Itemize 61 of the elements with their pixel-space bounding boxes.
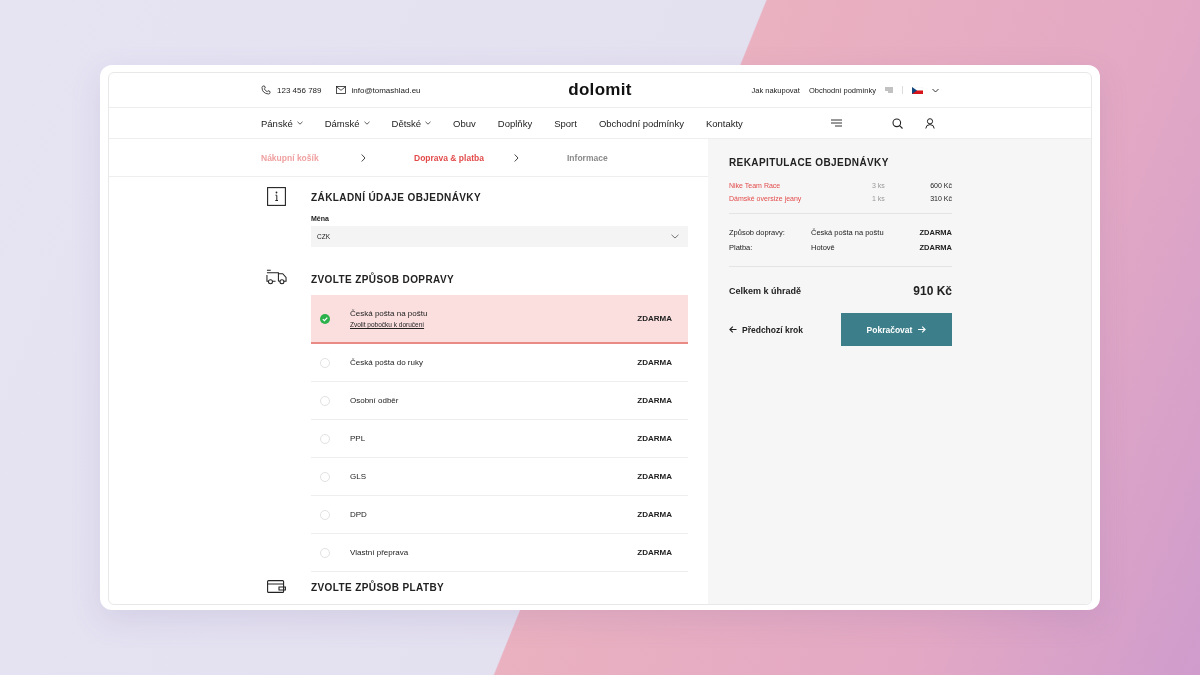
option-price: ZDARMA <box>637 548 672 557</box>
arrow-right-icon <box>918 326 927 333</box>
nav-item[interactable]: Obchodní podmínky <box>598 117 684 129</box>
nav-item[interactable]: Dětské <box>391 117 432 129</box>
option-name: GLS <box>350 472 367 481</box>
truck-icon <box>266 269 287 286</box>
search-icon[interactable] <box>892 117 903 129</box>
option-price: ZDARMA <box>637 510 672 519</box>
chevron-down-icon <box>671 234 679 239</box>
total-amount: 910 Kč <box>913 284 952 298</box>
option-name: PPL <box>350 434 367 443</box>
chevron-icon[interactable] <box>932 87 939 93</box>
nav-item[interactable]: Dámské <box>324 117 370 129</box>
phone-number[interactable]: 123 456 789 <box>277 85 322 95</box>
section-title: ZVOLTE ZPŮSOB PLATBY <box>311 582 446 593</box>
option-name: Česká pošta na poštu <box>350 309 429 318</box>
flag-icon[interactable] <box>912 86 923 94</box>
option-name: Česká pošta do ruky <box>350 358 424 367</box>
option-price: ZDARMA <box>637 314 672 323</box>
nav-item[interactable]: Pánské <box>261 117 303 129</box>
option-name: Vlastní přeprava <box>350 548 410 557</box>
continue-button[interactable]: Pokračovat <box>841 313 952 346</box>
nav-item[interactable]: Obuv <box>453 117 476 129</box>
summary-title: REKAPITULACE OBJEDNÁVKY <box>729 157 890 168</box>
caret-icon[interactable] <box>425 121 432 125</box>
option-name: DPD <box>350 510 368 519</box>
option-price: ZDARMA <box>637 396 672 405</box>
chevron-right-icon <box>514 153 519 162</box>
arrow-left-icon <box>729 326 737 333</box>
user-icon[interactable] <box>925 117 935 129</box>
shipping-option[interactable]: PPL ZDARMA <box>311 420 688 458</box>
caret-icon[interactable] <box>296 121 303 125</box>
section-title: ZÁKLADNÍ ÚDAJE OBJEDNÁVKY <box>311 192 482 203</box>
info-icon <box>266 187 287 206</box>
check-icon <box>320 313 330 324</box>
shipping-option[interactable]: Česká pošta do ruky ZDARMA <box>311 344 688 382</box>
option-price: ZDARMA <box>637 434 672 443</box>
shipping-option[interactable]: Osobní odběr ZDARMA <box>311 382 688 420</box>
shipping-option[interactable]: GLS ZDARMA <box>311 458 688 496</box>
nav-item[interactable]: Sport <box>554 117 577 129</box>
section-title: ZVOLTE ZPŮSOB DOPRAVY <box>311 274 456 285</box>
option-name: Osobní odběr <box>350 396 400 405</box>
checkout-step[interactable]: Doprava & platba <box>414 152 514 163</box>
nav-item[interactable]: Doplňky <box>497 117 533 129</box>
caret-icon[interactable] <box>363 121 370 125</box>
menu-icon[interactable] <box>885 87 893 93</box>
back-link[interactable]: Předchozí krok <box>729 324 803 335</box>
total-label: Celkem k úhradě <box>729 286 802 296</box>
wallet-icon <box>266 580 287 593</box>
email-link[interactable]: info@tomashlad.eu <box>351 85 421 95</box>
shipping-option[interactable]: DPD ZDARMA <box>311 496 688 534</box>
logo[interactable]: dolomit <box>568 80 632 100</box>
checkout-step[interactable]: Informace <box>567 152 667 163</box>
shipping-option[interactable]: Vlastní přeprava ZDARMA <box>311 534 688 572</box>
mail-icon <box>335 86 346 94</box>
chevron-right-icon <box>361 153 366 162</box>
nav-item[interactable]: Kontakty <box>705 117 743 129</box>
option-price: ZDARMA <box>637 472 672 481</box>
option-price: ZDARMA <box>637 358 672 367</box>
phone-icon <box>261 85 271 95</box>
menu-icon[interactable] <box>830 119 842 127</box>
